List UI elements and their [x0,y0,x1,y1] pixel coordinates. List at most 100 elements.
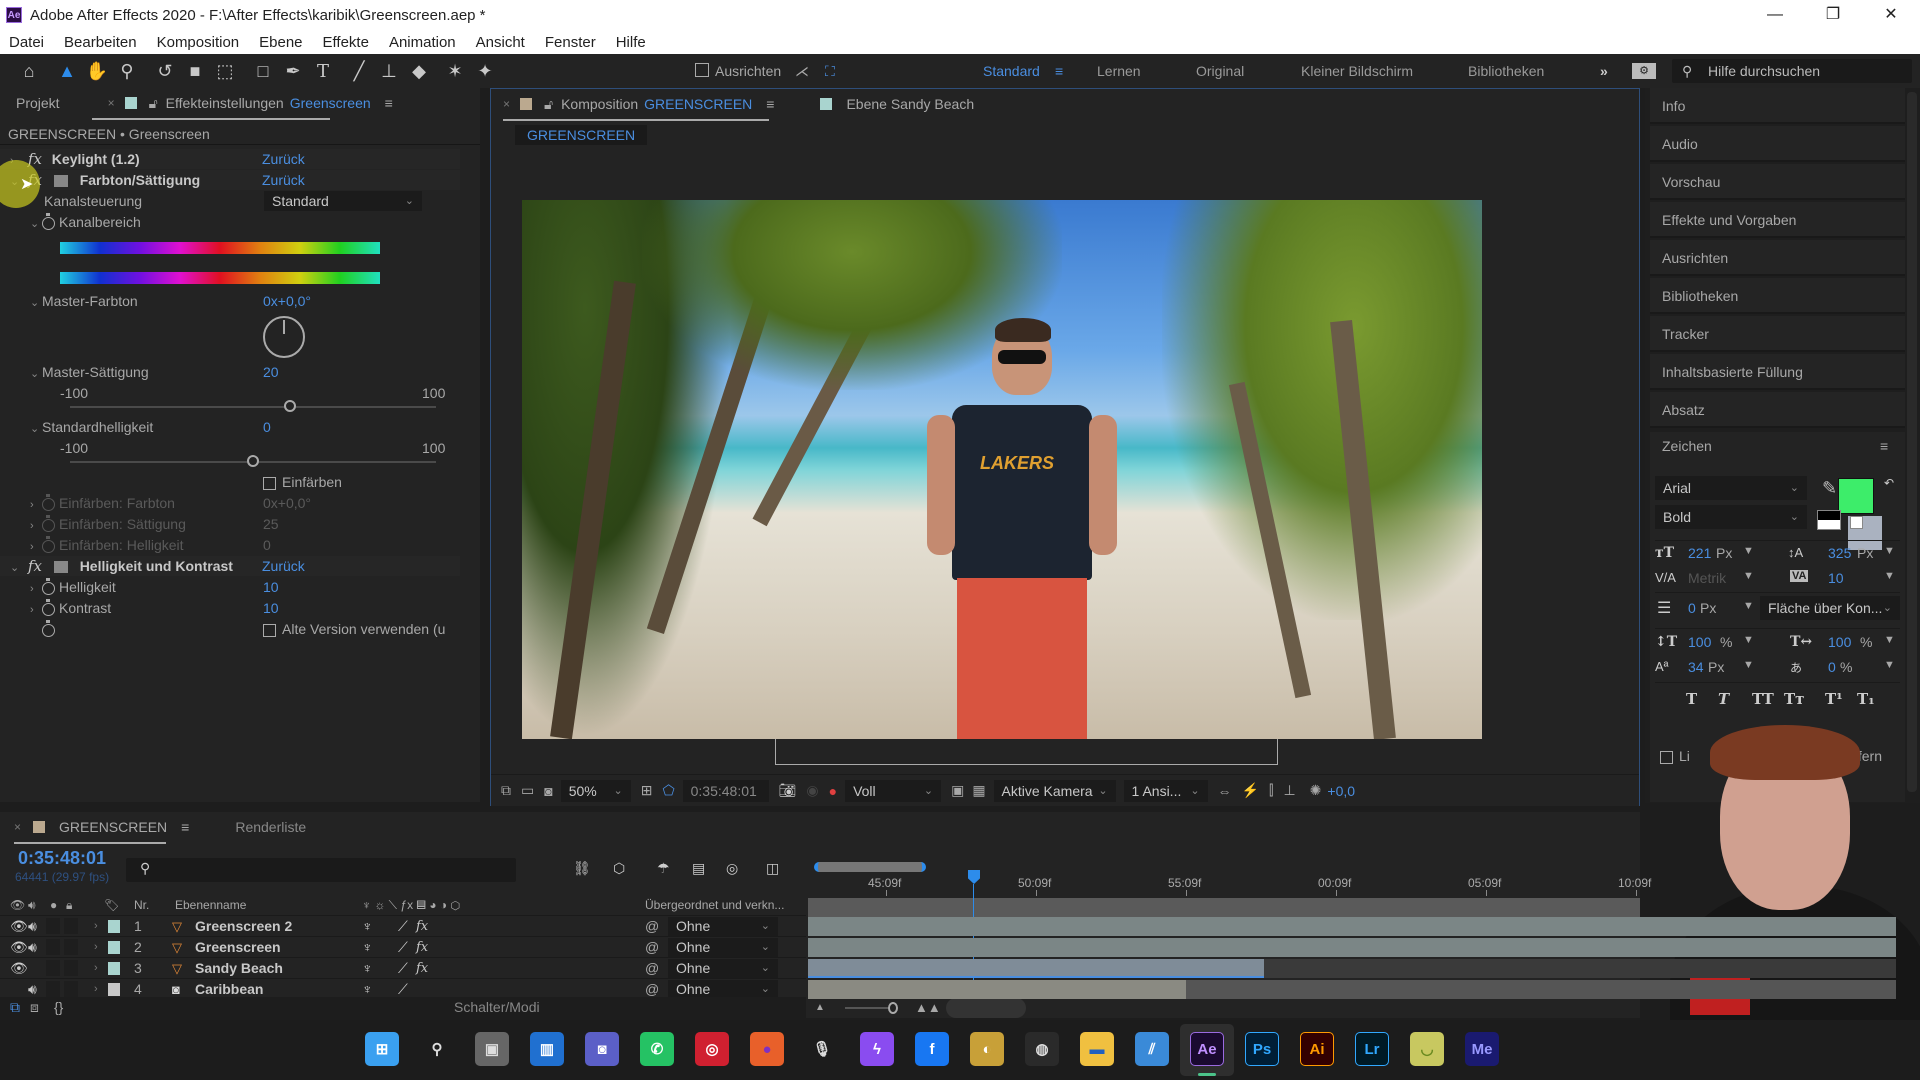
tab-layer-sandy-beach[interactable]: Ebene Sandy Beach [846,96,974,112]
vr-goggles-icon[interactable]: ◙ [544,783,552,799]
close-tab-icon[interactable]: × [503,97,510,111]
quality-switch-icon[interactable]: ⟋ [398,916,408,937]
zoom-in-icon[interactable]: ▲▲ [915,1000,941,1015]
taskbar-messenger-icon[interactable]: ϟ [860,1032,894,1066]
in-out-icon[interactable]: ⧈ [30,997,39,1018]
shy-switch-icon[interactable]: ♆ [362,916,373,937]
stopwatch-icon[interactable] [42,212,55,230]
current-time-display[interactable]: 0:35:48:01 [682,779,769,802]
tab-effekteinstellungen[interactable]: Effekteinstellungen [166,95,284,111]
empty-track-area[interactable] [1264,959,1896,978]
rectangle-tool-icon[interactable]: □ [248,57,278,85]
timeline-icon[interactable]: ⫿ [1269,782,1273,799]
kerning-dropdown-icon[interactable]: ▼ [1743,570,1754,582]
baseline-shift-value[interactable]: 34 [1688,659,1704,675]
eraser-tool-icon[interactable]: ◆ [404,57,434,85]
snap-checkbox[interactable] [695,63,709,77]
menu-komposition[interactable]: Komposition [157,34,240,51]
solo-toggle[interactable] [46,981,60,997]
effect-switch-icon[interactable]: fx [416,916,428,937]
colorize-checkbox[interactable] [263,476,276,490]
pan-behind-tool-icon[interactable]: ⬚ [210,57,240,85]
taskbar-vscode-like-icon[interactable]: ⫽ [1135,1032,1169,1066]
motion-blur-icon[interactable]: ◎ [726,860,738,877]
maximize-button[interactable]: ❐ [1804,0,1862,30]
faux-bold-button[interactable]: T [1686,690,1697,708]
region-of-interest-icon[interactable]: ▣ [951,782,964,799]
font-size-dropdown-icon[interactable]: ▼ [1743,545,1754,557]
effect-reset-link[interactable]: Zurück [262,149,305,169]
pickwhip-icon[interactable]: @ [645,937,659,958]
timeline-zoom-knob[interactable] [888,1002,898,1014]
stroke-width-value[interactable]: 0 [1688,600,1696,616]
leading-value[interactable]: 325 [1828,545,1851,561]
panel-menu-icon[interactable]: ≡ [181,819,189,835]
taskbar-cup-icon[interactable]: ◡ [1410,1032,1444,1066]
expand-chevron-icon[interactable]: › [30,537,42,557]
horizontal-scale-dropdown-icon[interactable]: ▼ [1884,634,1895,646]
parent-dropdown[interactable]: Ohne ⌄ [668,959,778,978]
effect-switch-icon[interactable]: fx [416,958,428,979]
panel-absatz[interactable]: Absatz [1650,392,1905,428]
workspace-menu-icon[interactable]: ≡ [1055,54,1063,88]
menu-ebene[interactable]: Ebene [259,34,302,51]
effect-hue-saturation[interactable]: ⌄ fx Farbton/Sättigung Zurück [0,170,460,190]
layer-row[interactable]: 👁︎ › 3 ▽ Sandy Beach ♆ ⟋ fx @ Ohne ⌄ [0,958,806,979]
shy-switch-icon[interactable]: ♆ [362,958,373,979]
panel-menu-icon[interactable]: ≡ [766,96,774,112]
taskbar-ai-icon[interactable]: Ai [1300,1032,1334,1066]
snapshot-camera-icon[interactable]: 📷︎ [779,782,797,799]
frame-blending-icon[interactable]: ▤ [692,860,705,877]
kerning-value[interactable]: Metrik [1688,570,1726,586]
hide-shy-layers-icon[interactable]: ☂ [657,860,670,877]
font-style-dropdown[interactable]: Bold ⌄ [1655,505,1807,529]
snap-features-icon[interactable]: ⛶ [825,54,835,88]
pen-tool-icon[interactable]: ✒ [278,57,308,85]
minimize-button[interactable]: — [1746,0,1804,30]
faux-italic-button[interactable]: T [1718,690,1729,708]
layer-search-input[interactable]: ⚲ [126,858,516,882]
tab-komposition[interactable]: Komposition [561,96,638,112]
effect-brightness-contrast[interactable]: ⌄ fx Helligkeit und Kontrast Zurück [0,556,460,576]
layer-row[interactable]: 👁︎ 🔊︎ › 2 ▽ Greenscreen ♆ ⟋ fx @ Ohne ⌄ [0,937,806,958]
timeline-scrollbar[interactable] [946,998,1026,1018]
resolution-dropdown[interactable]: Voll ⌄ [845,779,942,802]
taskbar-photo-icon[interactable]: ◐ [970,1032,1004,1066]
composition-flowchart-icon[interactable]: ⛓ [573,860,591,877]
workspace-original[interactable]: Original [1196,54,1244,88]
lock-toggle[interactable] [64,939,78,955]
render-time-icon[interactable]: ⧉ [10,997,20,1018]
puppet-pin-tool-icon[interactable]: ✦ [470,57,500,85]
all-caps-button[interactable]: TT [1752,690,1774,708]
mask-visibility-icon[interactable]: ⬠ [662,782,674,799]
eyedropper-icon[interactable]: ✎ [1822,478,1837,499]
menu-hilfe[interactable]: Hilfe [616,34,646,51]
master-hue-dial[interactable] [263,316,305,358]
master-hue-value[interactable]: 0x+0,0° [263,291,311,311]
layer-name-column-header[interactable]: Ebenenname [175,894,246,916]
camera-tool-icon[interactable]: ■ [180,57,210,85]
taskbar-ae-icon[interactable]: Ae [1190,1032,1224,1066]
graph-editor-icon[interactable]: ◫ [766,860,779,877]
fx-toggle-icon[interactable]: fx [28,557,42,575]
selection-tool-icon[interactable]: ▲ [52,57,82,85]
close-tab-icon[interactable]: × [14,820,21,834]
clone-stamp-tool-icon[interactable]: ⊥ [374,57,404,85]
swap-colors-icon[interactable]: ↶ [1884,476,1894,490]
menu-bearbeiten[interactable]: Bearbeiten [64,34,137,51]
audio-toggle-icon[interactable]: 🔊︎ [28,916,37,937]
channel-rgb-icon[interactable]: ● [829,783,837,799]
expand-chevron-icon[interactable]: › [94,937,98,958]
lightness-slider-knob[interactable] [247,455,259,467]
grid-guide-icon[interactable]: ⊞ [641,782,653,799]
workspace-bibliotheken[interactable]: Bibliotheken [1468,54,1544,88]
snap-options-icon[interactable]: ⋌ [795,54,809,88]
switches-modes-toggle[interactable]: Schalter/Modi [454,997,540,1018]
panel-inhaltsbasierte-fuellung[interactable]: Inhaltsbasierte Füllung [1650,354,1905,390]
taskbar-whatsapp-icon[interactable]: ✆ [640,1032,674,1066]
stopwatch-icon[interactable] [42,577,55,595]
panel-effekte-und-vorgaben[interactable]: Effekte und Vorgaben [1650,202,1905,238]
master-saturation-slider[interactable] [70,406,436,408]
home-icon[interactable]: ⌂ [14,57,44,85]
taskbar-cast-icon[interactable]: ◎ [695,1032,729,1066]
